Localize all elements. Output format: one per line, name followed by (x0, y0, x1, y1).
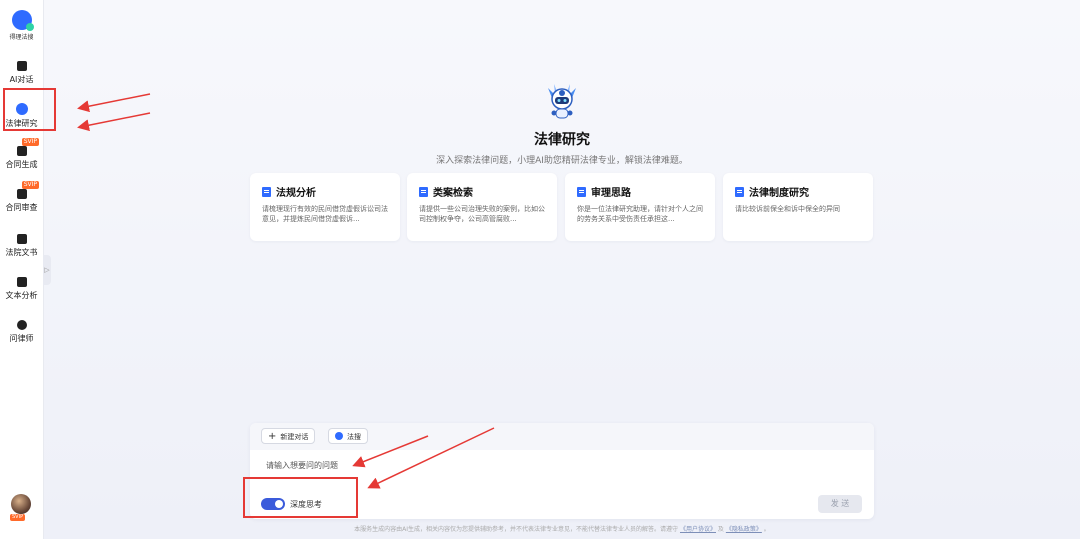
privacy-policy-link[interactable]: 《隐私政策》 (726, 526, 762, 533)
sidebar-item-ask-lawyer[interactable]: 问律师 (0, 320, 43, 344)
card-title: 类案检索 (433, 188, 473, 199)
send-button[interactable]: 发 送 (818, 495, 862, 513)
app-logo[interactable]: 得理法搜 (8, 10, 35, 41)
contract-review-icon (16, 189, 27, 199)
new-chat-button[interactable]: + 新建对话 (261, 428, 316, 444)
avatar-svip-badge: SVIP (10, 514, 26, 521)
question-input[interactable]: 请输入想要问的问题 (266, 460, 338, 471)
sidebar-item-contract-review[interactable]: SVIP 合同审查 (0, 181, 43, 213)
card-description: 请梳理现行有效的民间借贷虚假诉讼司法意见，并提炼民间借贷虚假诉... (262, 205, 388, 223)
search-button[interactable]: 法搜 (328, 428, 368, 444)
prompt-card-trial-reasoning[interactable]: 审理思路 你是一位法律研究助理，请针对个人之间的劳务关系中受伤责任承担这... (565, 173, 715, 241)
sidebar-item-court-documents[interactable]: 法院文书 (0, 234, 43, 258)
document-icon (735, 186, 744, 197)
card-description: 你是一位法律研究助理，请针对个人之间的劳务关系中受伤责任承担这... (577, 205, 703, 223)
prompt-card-legal-system-research[interactable]: 法律制度研究 请比较诉前保全和诉中保全的异同 (723, 173, 873, 241)
sidebar-item-label: 问律师 (9, 334, 34, 343)
card-title: 法律制度研究 (749, 188, 809, 199)
footer-disclaimer: 本服务生成内容由AI生成，相关内容仅为您提供辅助参考，并不代表法律专业意见，不能… (354, 526, 770, 533)
card-description: 请比较诉前保全和诉中保全的异同 (735, 205, 840, 213)
prompt-card-case-search[interactable]: 类案检索 请提供一些公司治理失败的案例，比如公司控制权争夺，公司高管腐败... (407, 173, 557, 241)
card-title: 法规分析 (276, 188, 316, 199)
lawyer-icon (16, 320, 27, 330)
sidebar-collapse-handle[interactable]: ▷ (43, 255, 51, 285)
annotation-arrow (77, 112, 151, 132)
document-icon (577, 186, 586, 197)
annotation-arrow (77, 93, 151, 113)
page-subtitle: 深入探索法律问题，小理AI助您精研法律专业，解锁法律难题。 (436, 156, 688, 166)
card-title: 审理思路 (591, 188, 631, 199)
user-agreement-link[interactable]: 《用户协议》 (680, 526, 716, 533)
mascot-icon (548, 84, 576, 119)
document-icon (262, 186, 271, 197)
plus-icon: + (268, 431, 277, 442)
logo-text: 得理法搜 (9, 34, 34, 41)
chat-toolbar: + 新建对话 法搜 (250, 423, 874, 450)
logo-icon (11, 10, 34, 31)
sidebar: 得理法搜 AI对话 法律研究 SVIP 合同生成 SVIP 合同审查 法院文书 … (0, 0, 44, 539)
svip-badge: SVIP (21, 181, 39, 189)
sidebar-item-label: AI对话 (9, 75, 34, 84)
chat-icon (16, 61, 27, 71)
sidebar-item-label: 法院文书 (5, 248, 38, 257)
sidebar-item-label: 文本分析 (5, 291, 38, 300)
search-logo-icon (335, 432, 343, 440)
page-title: 法律研究 (534, 132, 590, 148)
sidebar-item-ai-chat[interactable]: AI对话 (0, 61, 43, 85)
text-analysis-icon (16, 277, 27, 287)
court-document-icon (16, 234, 27, 244)
card-description: 请提供一些公司治理失败的案例，比如公司控制权争夺，公司高管腐败... (419, 205, 545, 223)
annotation-box-deep-think (243, 477, 358, 518)
document-icon (419, 186, 428, 197)
prompt-card-regulation-analysis[interactable]: 法规分析 请梳理现行有效的民间借贷虚假诉讼司法意见，并提炼民间借贷虚假诉... (250, 173, 400, 241)
user-avatar[interactable] (11, 494, 31, 514)
annotation-box-sidebar (3, 88, 56, 131)
sidebar-item-label: 合同审查 (5, 203, 38, 212)
sidebar-item-text-analysis[interactable]: 文本分析 (0, 277, 43, 301)
